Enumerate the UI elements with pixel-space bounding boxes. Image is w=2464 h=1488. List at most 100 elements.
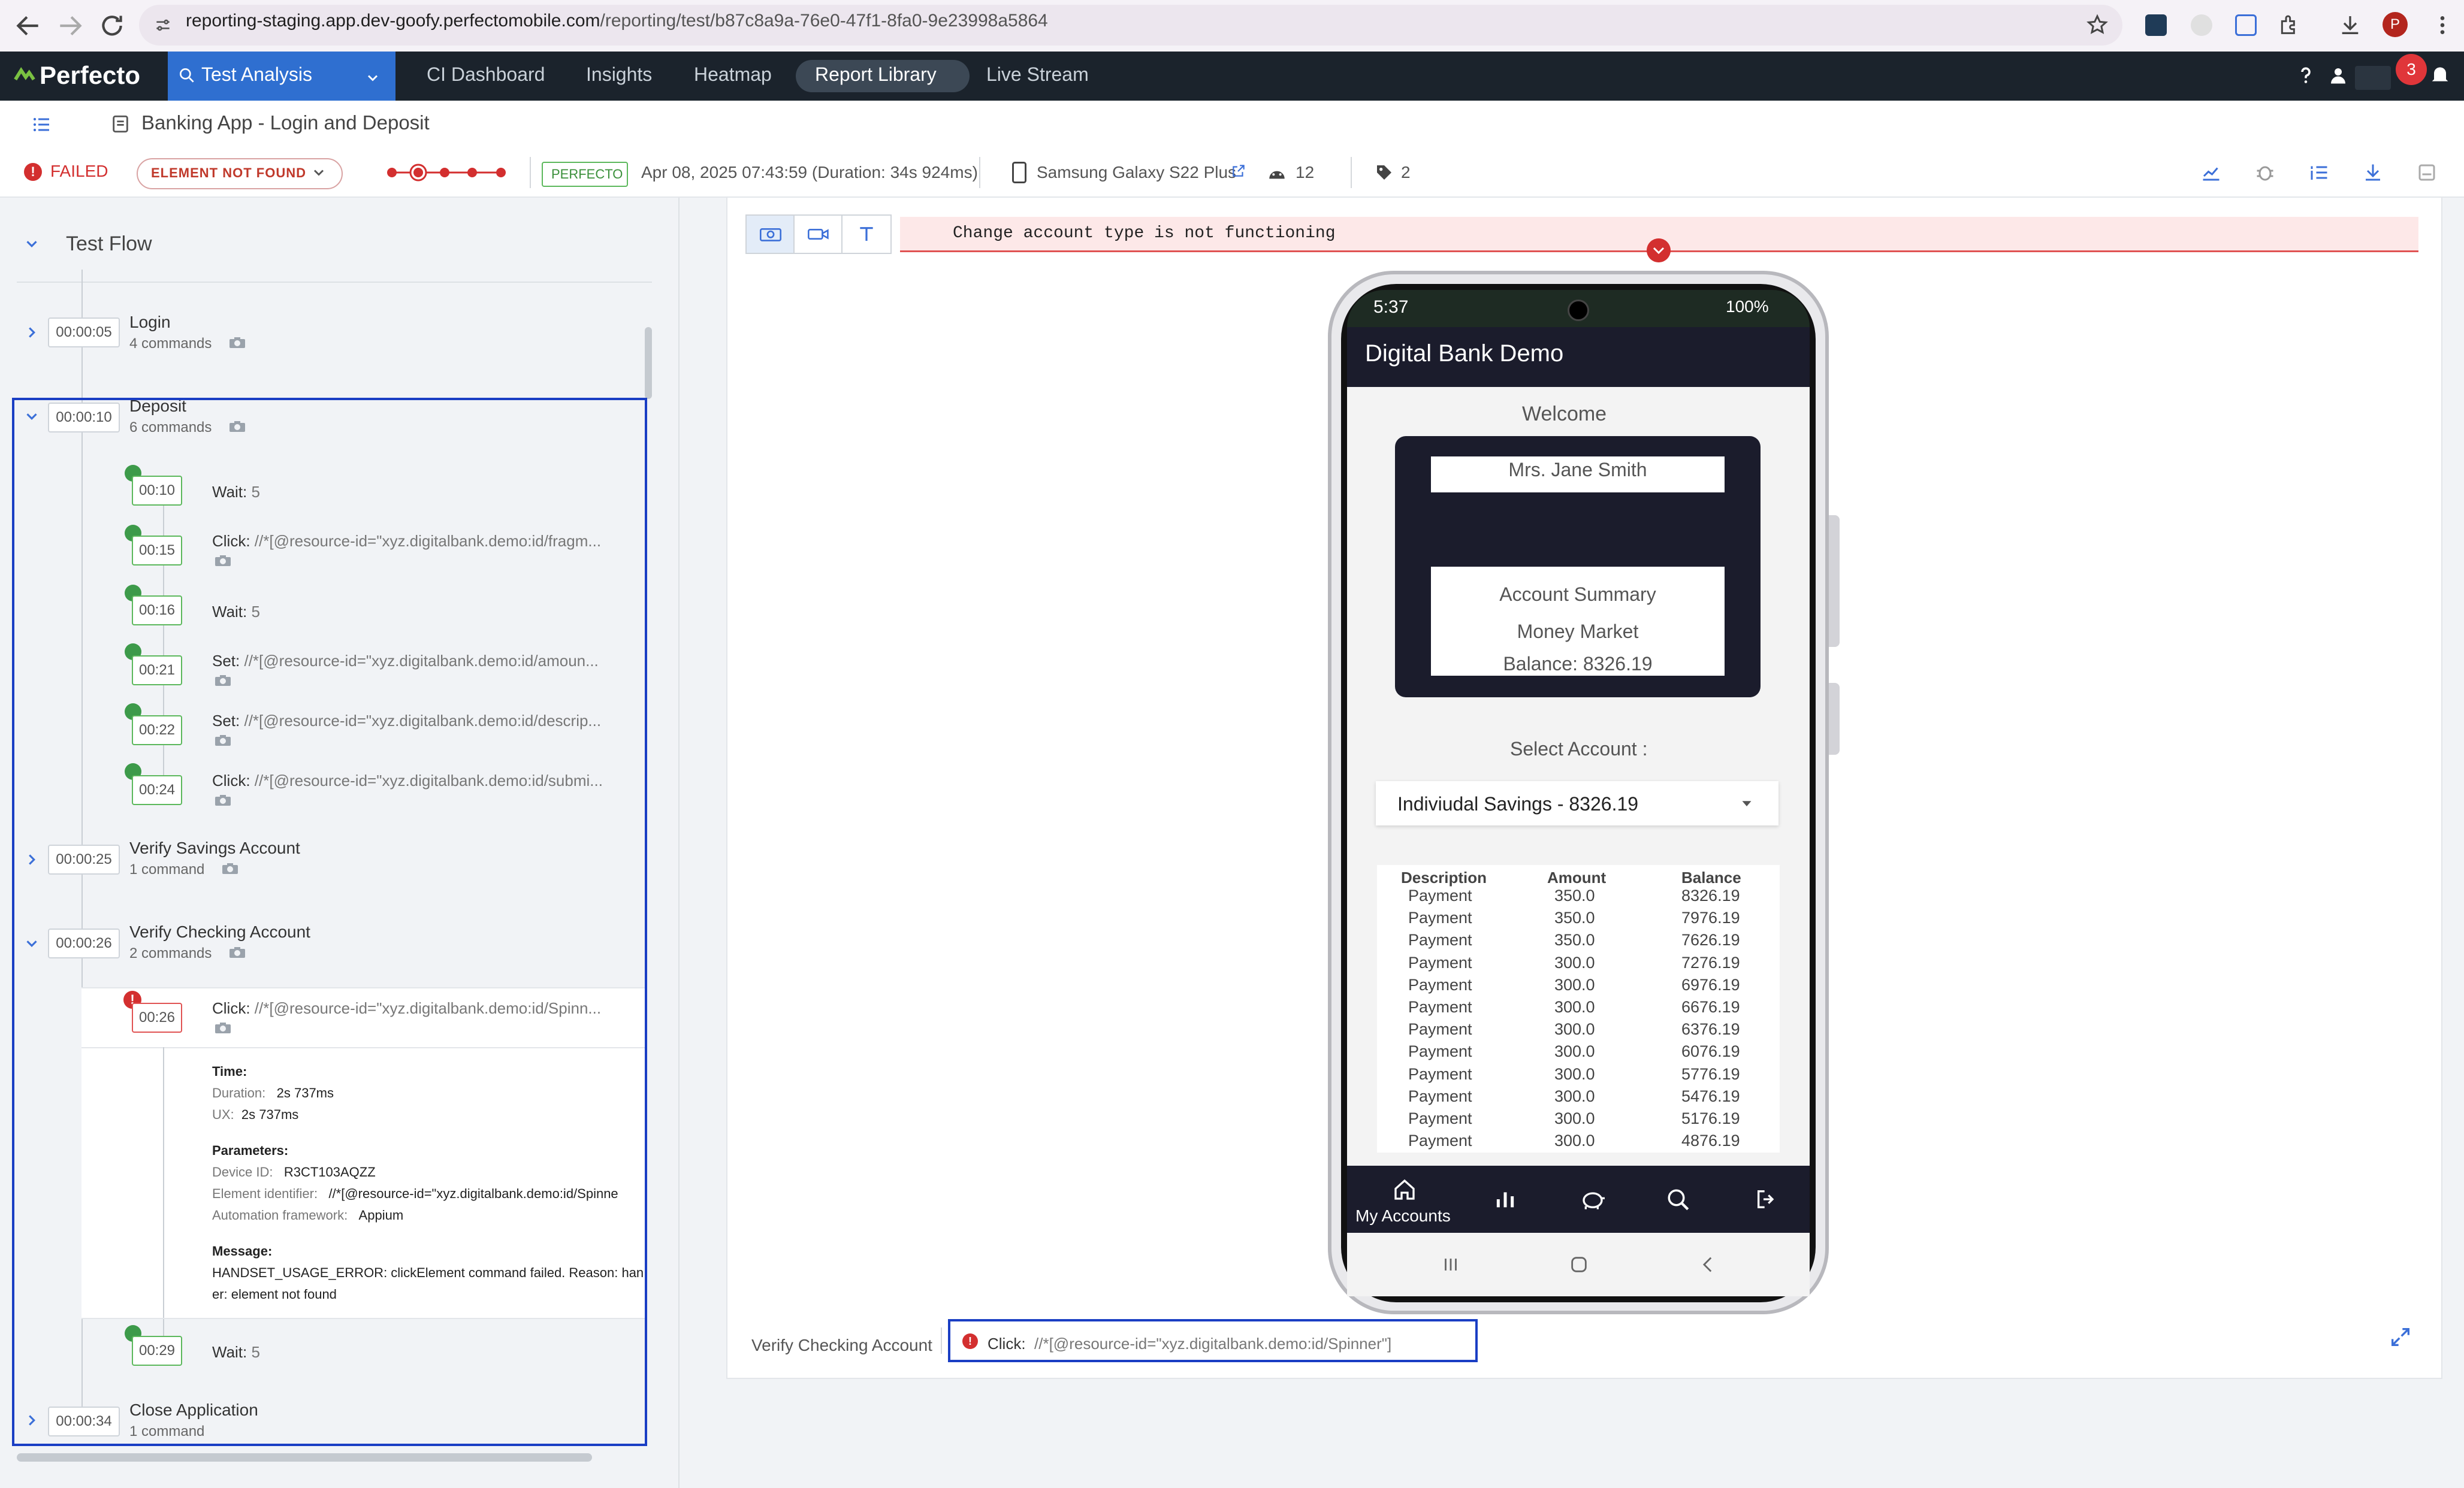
txn-description: Payment — [1408, 1132, 1472, 1150]
external-link-icon[interactable] — [1231, 163, 1246, 179]
screenshot-mode-button[interactable] — [745, 214, 796, 254]
har-file-icon[interactable] — [2416, 162, 2438, 183]
phone-battery: 100% — [1726, 297, 1769, 316]
txn-amount: 300.0 — [1554, 1109, 1595, 1127]
puzzle-extensions-icon[interactable] — [2277, 13, 2301, 37]
txn-description: Payment — [1408, 909, 1472, 927]
bug-icon[interactable] — [2254, 162, 2276, 183]
txn-balance: 6376.19 — [1681, 1020, 1740, 1039]
txn-amount: 350.0 — [1554, 931, 1595, 949]
txn-amount: 350.0 — [1554, 909, 1595, 927]
piggy-bank-icon[interactable] — [1580, 1187, 1606, 1211]
tag-icon[interactable] — [1375, 163, 1394, 182]
collapse-error-icon[interactable] — [1647, 238, 1671, 262]
app-logo: Perfecto — [40, 61, 141, 89]
android-icon — [1269, 171, 1285, 179]
logout-icon[interactable] — [1755, 1187, 1778, 1211]
run-history-icon[interactable] — [384, 162, 509, 183]
recent-apps-icon[interactable] — [1441, 1254, 1461, 1275]
phone-welcome: Welcome — [1522, 403, 1607, 425]
txn-description: Payment — [1408, 1042, 1472, 1061]
phone-summary-title: Account Summary — [1499, 583, 1656, 605]
txn-description: Payment — [1408, 931, 1472, 949]
dropdown-arrow-icon — [1742, 801, 1752, 806]
list-toggle-icon[interactable] — [31, 114, 53, 135]
group-name[interactable]: Login — [129, 313, 171, 332]
test-flow-title: Test Flow — [66, 232, 152, 255]
txn-description: Payment — [1408, 1020, 1472, 1039]
info-list-icon[interactable] — [2308, 162, 2330, 183]
txn-amount: 350.0 — [1554, 887, 1595, 905]
extension-icon[interactable] — [2145, 14, 2167, 36]
expand-icon[interactable] — [2388, 1325, 2412, 1349]
url-path: /reporting/test/b87c8a9a-76e0-47f1-8fa0-… — [600, 11, 1048, 31]
site-settings-icon[interactable] — [153, 16, 173, 35]
reload-icon[interactable] — [97, 11, 127, 41]
extension-icon[interactable] — [2235, 14, 2257, 36]
bookmark-star-icon[interactable] — [2085, 13, 2109, 37]
txn-description: Payment — [1408, 953, 1472, 972]
device-name[interactable]: Samsung Galaxy S22 Plus — [1037, 163, 1236, 182]
txn-description: Payment — [1408, 1109, 1472, 1127]
txn-description: Payment — [1408, 998, 1472, 1016]
divider — [530, 157, 531, 188]
txn-balance: 4876.19 — [1681, 1132, 1740, 1150]
download-report-icon[interactable] — [2362, 162, 2384, 183]
bar-chart-icon[interactable] — [1493, 1187, 1517, 1211]
download-icon[interactable] — [2338, 13, 2362, 37]
table-header: Amount — [1547, 869, 1607, 887]
text-icon — [860, 227, 873, 241]
tab-test-analysis-label: Test Analysis — [201, 63, 312, 85]
extension-icon[interactable] — [2191, 14, 2212, 36]
nav-live-stream[interactable]: Live Stream — [986, 63, 1089, 86]
user-icon[interactable] — [2327, 65, 2349, 86]
txn-amount: 300.0 — [1554, 1132, 1595, 1150]
notification-badge[interactable]: 3 — [2396, 54, 2427, 85]
txn-balance: 7276.19 — [1681, 953, 1740, 972]
chevron-down-icon[interactable] — [310, 164, 327, 181]
trend-chart-icon[interactable] — [2200, 162, 2222, 183]
nav-ci-dashboard[interactable]: CI Dashboard — [427, 63, 545, 86]
chevron-right-icon[interactable] — [23, 323, 41, 341]
home-button-icon[interactable] — [1569, 1254, 1589, 1275]
chevron-down-icon[interactable] — [364, 69, 381, 86]
tag-count: 2 — [1401, 163, 1411, 182]
txn-balance: 6076.19 — [1681, 1042, 1740, 1061]
camera-icon[interactable] — [229, 337, 246, 349]
notification-bell-icon[interactable] — [2428, 62, 2452, 86]
txn-balance: 5476.19 — [1681, 1087, 1740, 1105]
txn-balance: 7626.19 — [1681, 931, 1740, 949]
kebab-menu-icon[interactable] — [2430, 13, 2454, 37]
phone-nav-my-accounts[interactable]: My Accounts — [1355, 1206, 1451, 1226]
chevron-down-icon[interactable] — [23, 235, 41, 253]
phone-summary-type: Money Market — [1517, 621, 1639, 642]
txn-amount: 300.0 — [1554, 1064, 1595, 1083]
user-menu[interactable] — [2355, 66, 2391, 90]
back-arrow-icon[interactable] — [13, 11, 43, 41]
selection-highlight — [12, 398, 647, 1446]
group-timestamp: 00:00:05 — [48, 317, 120, 347]
search-dollar-icon[interactable] — [1666, 1187, 1691, 1212]
forward-arrow-icon[interactable] — [55, 11, 85, 41]
help-icon[interactable] — [2295, 65, 2317, 86]
url-text[interactable]: reporting-staging.app.dev-goofy.perfecto… — [186, 11, 1048, 31]
text-mode-button[interactable] — [841, 214, 892, 254]
phone-app-title: Digital Bank Demo — [1365, 340, 1564, 367]
nav-heatmap[interactable]: Heatmap — [694, 63, 772, 86]
horizontal-scrollbar[interactable] — [17, 1453, 592, 1462]
error-banner-text: Change account type is not functioning — [953, 224, 1336, 243]
profile-avatar[interactable]: P — [2383, 12, 2408, 37]
home-icon[interactable] — [1393, 1178, 1417, 1202]
nav-report-library[interactable]: Report Library — [815, 63, 937, 86]
txn-description: Payment — [1408, 1087, 1472, 1105]
divider — [1351, 157, 1352, 188]
divider — [979, 157, 980, 188]
vertical-scrollbar[interactable] — [645, 327, 652, 399]
current-step-command: Click: //*[@resource-id="xyz.digitalbank… — [988, 1335, 1391, 1353]
video-mode-button[interactable] — [793, 214, 844, 254]
mobile-device-icon — [1012, 162, 1026, 183]
group-command-count: 4 commands — [129, 335, 212, 352]
back-button-icon[interactable] — [1698, 1254, 1719, 1275]
nav-insights[interactable]: Insights — [586, 63, 652, 86]
failed-status-icon: ! — [24, 163, 42, 181]
